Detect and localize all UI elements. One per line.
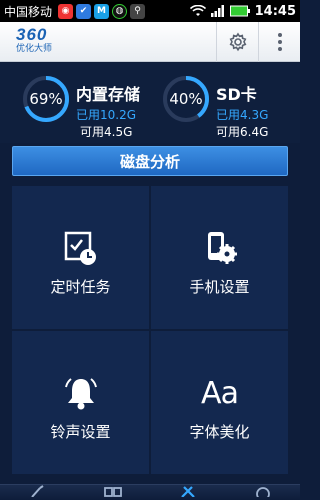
tab-clean[interactable] — [0, 485, 75, 500]
tab-more[interactable] — [225, 485, 300, 500]
tools-icon — [180, 486, 195, 497]
maxthon-icon: M — [94, 3, 110, 19]
internal-storage-block[interactable]: 69% 内置存储 已用10.2G 可用4.5G — [0, 73, 150, 139]
scheduled-task-icon — [61, 228, 101, 268]
tile-scheduled-task[interactable]: 定时任务 — [12, 186, 149, 329]
font-glyph: Aa — [201, 375, 239, 411]
tile-label: 字体美化 — [189, 423, 250, 441]
phone-settings-icon — [200, 228, 240, 268]
overflow-menu-button[interactable] — [258, 22, 300, 62]
tab-tools[interactable] — [150, 485, 225, 500]
apps-icon — [103, 487, 122, 497]
app-logo: 360 优化大师 — [16, 26, 76, 58]
speed-icon: ◍ — [112, 3, 128, 19]
more-vertical-icon — [277, 33, 282, 51]
bottom-tab-bar — [0, 484, 300, 500]
internal-storage-title: 内置存储 — [76, 85, 141, 104]
internal-storage-free: 可用4.5G — [80, 125, 133, 139]
logo-main-text: 360 — [16, 25, 48, 44]
app-header: 360 优化大师 — [0, 22, 300, 62]
broom-icon — [30, 485, 44, 497]
sd-storage-free: 可用6.4G — [216, 125, 269, 139]
sd-storage-block[interactable]: 40% SD卡 已用4.3G 可用6.4G — [150, 73, 300, 139]
sd-storage-title: SD卡 — [216, 85, 257, 104]
internal-storage-used: 已用10.2G — [76, 108, 137, 122]
tile-label: 铃声设置 — [50, 423, 111, 441]
clock: 14:45 — [254, 3, 296, 19]
settings-button[interactable] — [216, 22, 258, 62]
tile-ringtone-settings[interactable]: 铃声设置 — [12, 331, 149, 474]
tile-label: 手机设置 — [189, 278, 250, 296]
notification-app-icon: ◉ — [58, 3, 74, 19]
storage-overview: 69% 内置存储 已用10.2G 可用4.5G 40% SD卡 已用4.3G 可… — [0, 63, 300, 143]
bell-icon — [61, 373, 101, 413]
sd-storage-used: 已用4.3G — [216, 108, 269, 122]
logo-sub-text: 优化大师 — [16, 44, 53, 54]
sd-storage-percent: 40% — [169, 90, 203, 108]
disk-analysis-button[interactable]: 磁盘分析 — [12, 146, 288, 176]
font-icon: Aa — [200, 373, 240, 413]
more-circle-icon — [255, 487, 270, 497]
gear-icon — [229, 32, 246, 52]
usb-icon: ⚲ — [130, 3, 146, 19]
battery-icon — [229, 5, 250, 17]
feature-grid: 定时任务 手机设置 铃声设置 Aa 字体美化 — [12, 186, 288, 474]
internal-storage-percent: 69% — [29, 90, 63, 108]
signal-icon — [210, 5, 224, 17]
tile-label: 定时任务 — [50, 278, 111, 296]
tab-apps[interactable] — [75, 485, 150, 500]
status-bar: 中国移动 ◉ ✔ M ◍ ⚲ 14:45 — [0, 0, 300, 22]
shield-icon: ✔ — [76, 3, 92, 19]
tile-phone-settings[interactable]: 手机设置 — [151, 186, 288, 329]
wifi-icon — [189, 5, 206, 16]
tile-font-beautify[interactable]: Aa 字体美化 — [151, 331, 288, 474]
carrier-name: 中国移动 — [4, 4, 53, 19]
